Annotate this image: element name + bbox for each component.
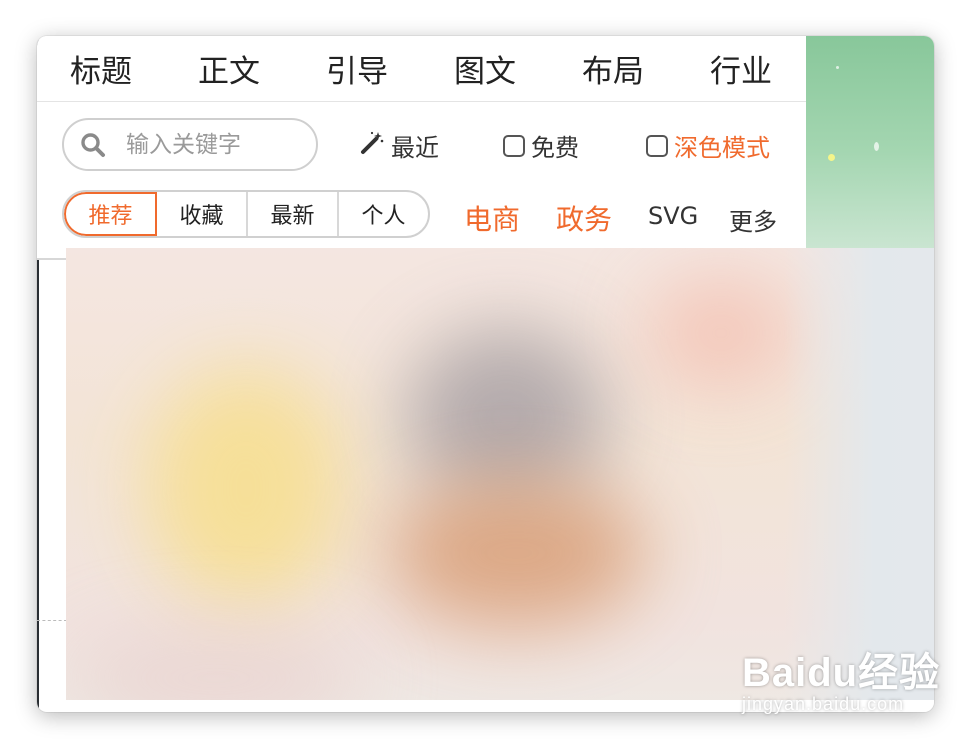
- link-government[interactable]: 政务: [556, 198, 612, 238]
- link-ecommerce[interactable]: 电商: [464, 198, 520, 238]
- template-panel: 标题 正文 引导 图文 布局 行业 输入关键字 最近 免费 深色模式 推荐 收藏…: [37, 36, 806, 258]
- category-layout[interactable]: 布局: [549, 46, 677, 91]
- category-image-text[interactable]: 图文: [421, 46, 549, 91]
- preview-blob: [646, 278, 796, 388]
- background-speck: [828, 154, 835, 161]
- search-icon: [80, 132, 106, 158]
- link-more[interactable]: 更多: [729, 202, 777, 237]
- recent-label: 最近: [391, 134, 439, 162]
- divider: [37, 258, 67, 260]
- background-speck: [874, 142, 879, 151]
- dark-mode-option[interactable]: 深色模式: [646, 128, 770, 163]
- baidu-watermark: Baidu经验 jingyan.baidu.com: [742, 640, 940, 715]
- category-body-text[interactable]: 正文: [165, 46, 293, 91]
- dark-mode-label: 深色模式: [674, 134, 770, 162]
- background-speck: [836, 66, 839, 69]
- free-option[interactable]: 免费: [503, 128, 579, 163]
- tab-personal[interactable]: 个人: [339, 192, 428, 236]
- category-title[interactable]: 标题: [37, 46, 165, 91]
- search-input[interactable]: [124, 130, 298, 159]
- app-window: 标题 正文 引导 图文 布局 行业 输入关键字 最近 免费 深色模式 推荐 收藏…: [37, 36, 934, 712]
- category-guide[interactable]: 引导: [293, 46, 421, 91]
- preview-blob: [146, 368, 346, 608]
- tab-latest[interactable]: 最新: [248, 192, 339, 236]
- link-svg[interactable]: SVG: [648, 202, 698, 230]
- preview-blob: [386, 478, 646, 628]
- dotted-divider: [37, 620, 67, 621]
- category-industry[interactable]: 行业: [677, 46, 805, 91]
- free-label: 免费: [531, 134, 579, 162]
- category-nav: 标题 正文 引导 图文 布局 行业: [37, 36, 806, 102]
- search-box[interactable]: [62, 118, 318, 171]
- free-checkbox[interactable]: [503, 134, 525, 157]
- filter-tabs: 推荐 收藏 最新 个人: [62, 190, 430, 238]
- tab-recommended[interactable]: 推荐: [64, 192, 157, 236]
- watermark-brand: Baidu经验: [742, 651, 941, 695]
- dark-mode-checkbox[interactable]: [646, 134, 668, 157]
- magic-wand-icon: [359, 130, 385, 162]
- tab-favorites[interactable]: 收藏: [157, 192, 248, 236]
- recent-option[interactable]: 最近: [359, 128, 439, 163]
